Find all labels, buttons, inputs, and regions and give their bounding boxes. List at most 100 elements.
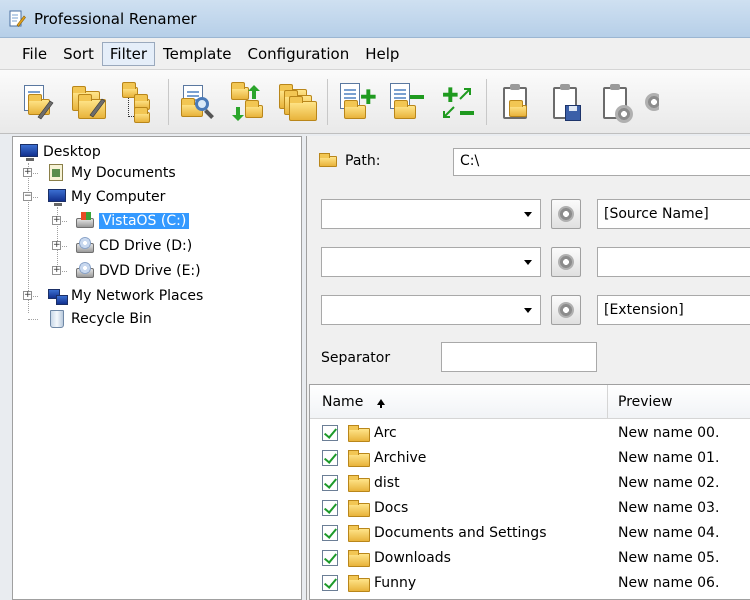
item-checkbox[interactable] [322, 475, 338, 491]
overflow-gear-button[interactable] [645, 79, 659, 125]
item-checkbox[interactable] [322, 425, 338, 441]
item-preview: New name 02. [618, 475, 720, 491]
tree-label: DVD Drive (E:) [99, 263, 201, 279]
rule-3-field[interactable]: [Extension] [597, 295, 750, 325]
toolbar: ✚ ✚ [0, 70, 750, 134]
menu-configuration[interactable]: Configuration [239, 42, 357, 66]
gear-icon [558, 206, 574, 222]
tree-structure-icon [118, 79, 158, 125]
tree-item-network[interactable]: My Network Places [47, 285, 203, 307]
item-checkbox[interactable] [322, 450, 338, 466]
column-preview[interactable]: Preview [608, 385, 750, 419]
rule-3-settings-button[interactable] [551, 295, 581, 325]
list-item[interactable]: Arc New name 00. [310, 421, 750, 446]
tree-item-my-documents[interactable]: My Documents [47, 162, 176, 184]
dvd-drive-icon [75, 262, 95, 280]
expand-my-documents[interactable]: + [23, 168, 32, 177]
list-item[interactable]: dist New name 02. [310, 471, 750, 496]
folder-icon [348, 550, 370, 567]
tree-item-drive-e[interactable]: DVD Drive (E:) [75, 260, 201, 282]
item-name: Funny [374, 575, 417, 591]
recycle-bin-icon [47, 310, 67, 328]
rule-2-field[interactable] [597, 247, 750, 277]
clipboard-settings-button[interactable] [595, 79, 635, 125]
item-checkbox[interactable] [322, 550, 338, 566]
folder-icon [348, 575, 370, 592]
rule-1-combo[interactable] [321, 199, 541, 229]
item-checkbox[interactable] [322, 525, 338, 541]
menu-sort[interactable]: Sort [55, 42, 102, 66]
item-name: Archive [374, 450, 427, 466]
expand-drive-e[interactable]: + [52, 266, 61, 275]
gear-icon [558, 302, 574, 318]
menu-filter[interactable]: Filter [101, 41, 156, 66]
item-name: Documents and Settings [374, 525, 547, 541]
rule-3-combo[interactable] [321, 295, 541, 325]
tree-item-recycle-bin[interactable]: Recycle Bin [47, 308, 152, 330]
folder-icon [348, 525, 370, 542]
item-preview: New name 05. [618, 550, 720, 566]
list-item[interactable]: Documents and Settings New name 04. [310, 521, 750, 546]
rule-2-combo[interactable] [321, 247, 541, 277]
rename-panel: Path: C:\ [Source Name] [Extension] Sepa… [306, 136, 750, 600]
clipboard-save-button[interactable] [545, 79, 585, 125]
column-name-label: Name [322, 394, 364, 410]
list-item[interactable]: Downloads New name 05. [310, 546, 750, 571]
title-bar: Professional Renamer [0, 0, 750, 38]
collapse-my-computer[interactable]: − [23, 192, 32, 201]
tree-item-my-computer[interactable]: My Computer [47, 186, 165, 208]
tree-structure-button[interactable] [118, 79, 158, 125]
expand-network[interactable]: + [23, 291, 32, 300]
list-item[interactable]: Docs New name 03. [310, 496, 750, 521]
remove-file-button[interactable] [386, 79, 426, 125]
rule-1-field[interactable]: [Source Name] [597, 199, 750, 229]
item-checkbox[interactable] [322, 500, 338, 516]
chevron-down-icon [524, 308, 532, 313]
menu-help[interactable]: Help [357, 42, 407, 66]
path-input[interactable]: C:\ [453, 148, 750, 176]
item-checkbox[interactable] [322, 575, 338, 591]
swap-folders-button[interactable] [227, 79, 267, 125]
tree-item-desktop[interactable]: Desktop [19, 141, 101, 163]
expand-drive-d[interactable]: + [52, 241, 61, 250]
item-preview: New name 00. [618, 425, 720, 441]
preview-search-icon [177, 79, 217, 125]
tree-item-drive-c[interactable]: VistaOS (C:) [75, 210, 190, 232]
rule-2-settings-button[interactable] [551, 247, 581, 277]
tree-label: My Network Places [71, 288, 204, 304]
item-preview: New name 06. [618, 575, 720, 591]
separator-input[interactable] [441, 342, 597, 372]
preview-search-button[interactable] [177, 79, 217, 125]
rule-1-settings-button[interactable] [551, 199, 581, 229]
toolbar-separator [327, 78, 328, 125]
list-item[interactable]: Funny New name 06. [310, 571, 750, 596]
item-preview: New name 03. [618, 500, 720, 516]
rename-folders-button[interactable] [68, 79, 108, 125]
column-preview-label: Preview [618, 394, 673, 410]
item-preview: New name 01. [618, 450, 720, 466]
item-name: dist [374, 475, 400, 491]
expand-drive-c[interactable]: + [52, 216, 61, 225]
desktop-icon [19, 143, 39, 161]
tree-item-drive-d[interactable]: CD Drive (D:) [75, 235, 192, 257]
folder-icon [348, 500, 370, 517]
rename-files-icon [18, 79, 58, 125]
network-icon [47, 287, 68, 305]
menu-template[interactable]: Template [155, 42, 239, 66]
column-name[interactable]: Name [310, 385, 608, 419]
clipboard-folder-button[interactable] [495, 79, 535, 125]
menu-bar: File Sort Filter Template Configuration … [0, 38, 750, 70]
file-list[interactable]: Name Preview Arc New name 00. Archive Ne… [309, 384, 750, 600]
menu-file[interactable]: File [14, 42, 55, 66]
folder-tree[interactable]: Desktop + My Documents − My Computer + V… [12, 136, 302, 600]
multiple-folders-button[interactable] [277, 79, 317, 125]
add-rule-button[interactable]: ✚ [436, 79, 476, 125]
list-item[interactable]: Archive New name 01. [310, 446, 750, 471]
tree-label: Desktop [43, 144, 101, 160]
path-label: Path: [319, 153, 380, 169]
item-name: Arc [374, 425, 397, 441]
add-file-button[interactable]: ✚ [336, 79, 377, 125]
rename-folders-icon [68, 79, 108, 125]
list-header: Name Preview [310, 385, 750, 419]
rename-files-button[interactable] [18, 79, 58, 125]
